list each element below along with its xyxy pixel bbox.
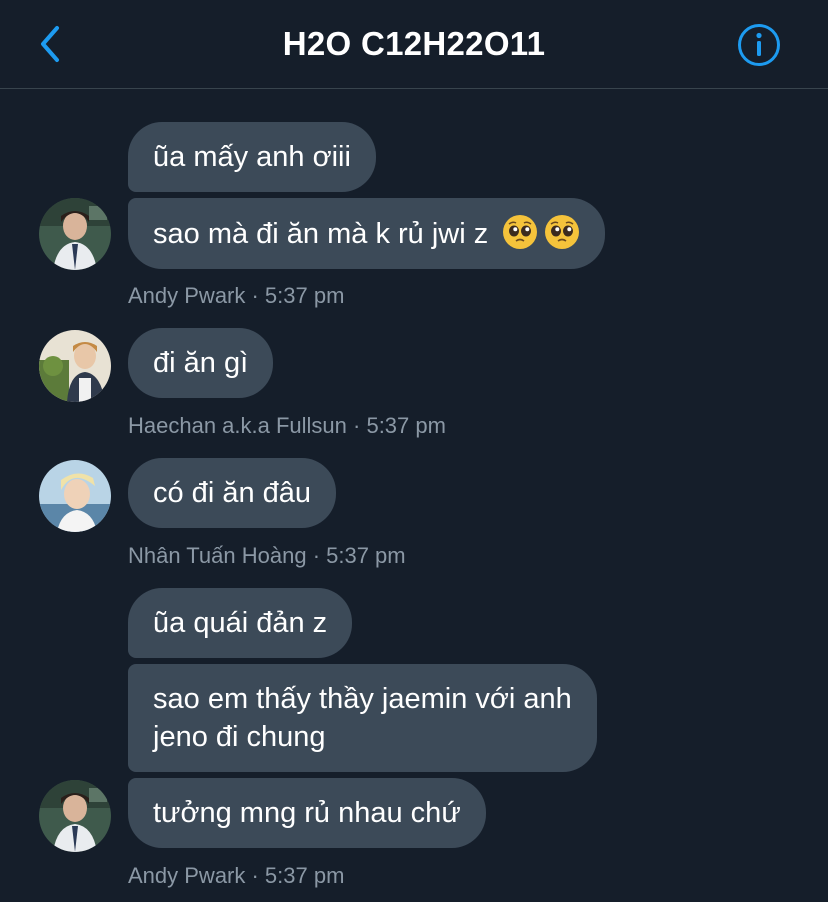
message-bubble[interactable]: ũa quái đản z xyxy=(128,588,353,658)
message-bubble[interactable]: có đi ăn đâu xyxy=(128,458,337,528)
message-text: đi ăn gì xyxy=(153,347,249,379)
message-bubble[interactable]: sao mà đi ăn mà k rủ jwi z xyxy=(128,198,606,269)
message-text: tưởng mng rủ nhau chứ xyxy=(153,797,461,829)
message-meta: Andy Pwark · 5:37 pm xyxy=(128,283,345,308)
info-icon xyxy=(738,24,780,66)
message-meta: Andy Pwark · 5:37 pm xyxy=(128,863,345,888)
pleading-face-emoji-icon xyxy=(545,215,580,249)
message-text: có đi ăn đâu xyxy=(153,477,312,509)
message-bubble[interactable]: tưởng mng rủ nhau chứ xyxy=(128,778,486,848)
message-text: sao mà đi ăn mà k rủ jwi z xyxy=(153,218,489,250)
message-bubble[interactable]: sao em thấy thầy jaemin với anh jeno đi … xyxy=(128,664,597,772)
avatar[interactable] xyxy=(39,198,111,270)
message-bubble[interactable]: ũa mấy anh ơiii xyxy=(128,122,376,192)
info-button[interactable] xyxy=(736,22,782,68)
message-meta: Haechan a.k.a Fullsun · 5:37 pm xyxy=(128,413,446,438)
conversation-title: H2O C12H22O11 xyxy=(282,25,546,62)
avatar[interactable] xyxy=(39,780,111,852)
message-text: ũa quái đản z xyxy=(153,607,328,639)
message-bubble[interactable]: đi ăn gì xyxy=(128,328,274,398)
message-text: ũa mấy anh ơiii xyxy=(153,141,351,173)
avatar[interactable] xyxy=(39,330,111,402)
message-text-line: sao em thấy thầy jaemin với anh xyxy=(153,683,572,715)
conversation-header: H2O C12H22O11 xyxy=(0,0,828,89)
pleading-face-emoji-icon xyxy=(503,215,538,249)
avatar[interactable] xyxy=(39,460,111,532)
message-meta: Nhân Tuấn Hoàng · 5:37 pm xyxy=(128,543,406,568)
message-text-line: jeno đi chung xyxy=(153,721,326,753)
